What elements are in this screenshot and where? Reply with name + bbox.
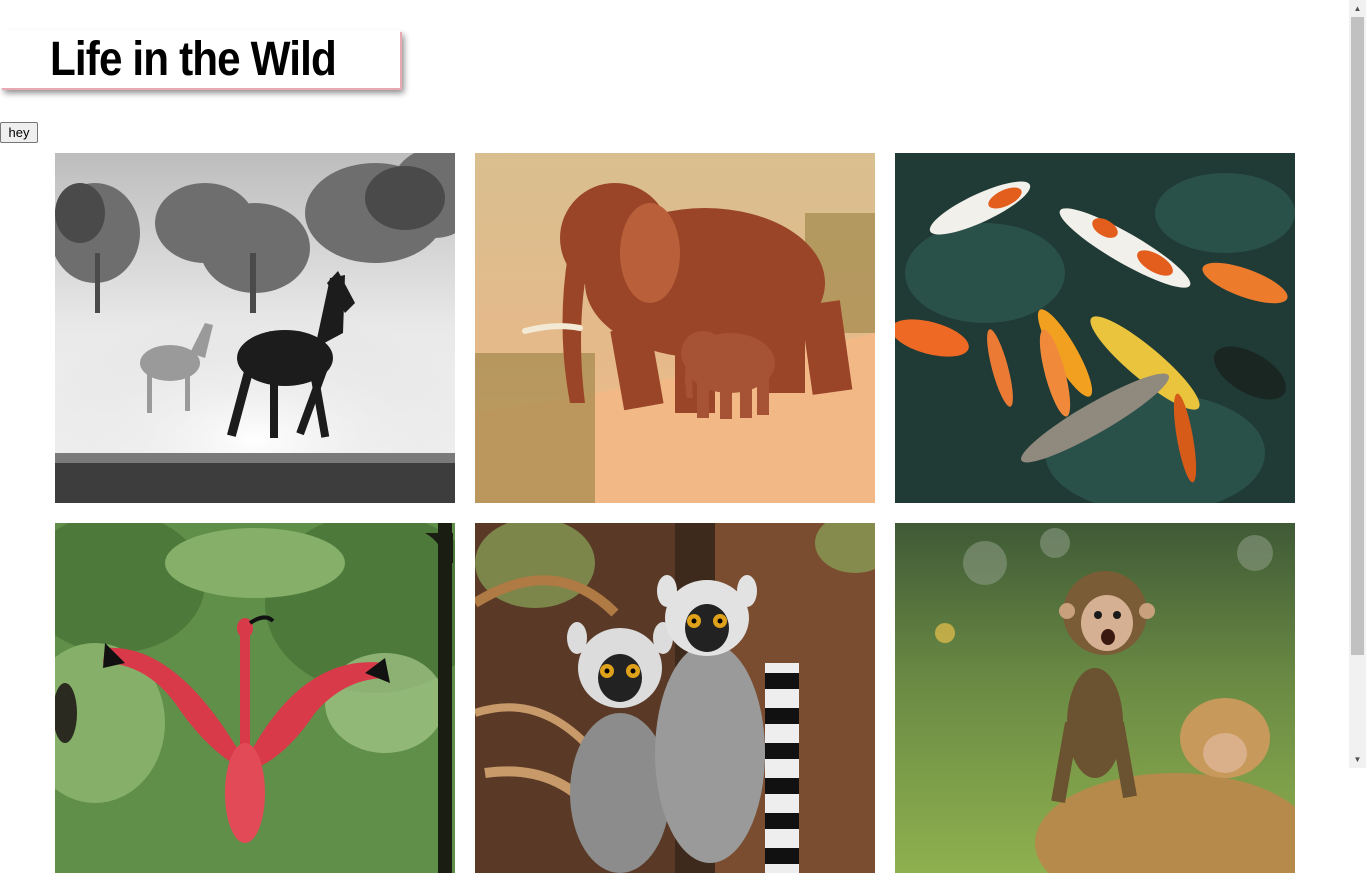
scroll-up-icon[interactable]: ▲ <box>1349 0 1366 17</box>
page-title: Life in the Wild <box>50 33 337 86</box>
scroll-down-icon[interactable]: ▼ <box>1349 751 1366 768</box>
ibis-photo <box>55 523 455 873</box>
lemurs-photo <box>475 523 875 873</box>
title-banner: Life in the Wild <box>0 30 400 88</box>
monkey-photo <box>895 523 1295 873</box>
elephants-photo <box>475 153 875 503</box>
scrollbar-thumb[interactable] <box>1351 17 1364 655</box>
vertical-scrollbar[interactable]: ▲ ▼ <box>1349 0 1366 768</box>
koi-photo <box>895 153 1295 503</box>
hey-button[interactable]: hey <box>0 122 38 143</box>
horses-photo <box>55 153 455 503</box>
